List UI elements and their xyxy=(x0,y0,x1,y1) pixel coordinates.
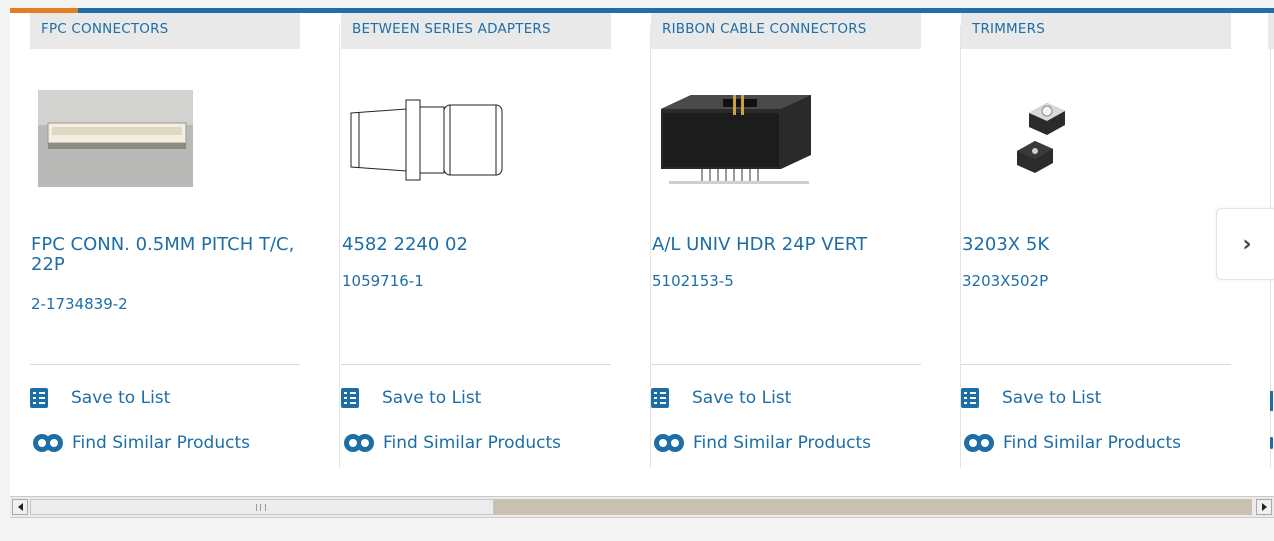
part-number-link[interactable]: 1059716-1 xyxy=(342,272,424,290)
find-similar-button[interactable]: Find Similar Products xyxy=(651,431,871,455)
find-similar-label: Find Similar Products xyxy=(1003,433,1181,453)
product-name-link[interactable]: 4582 2240 02 xyxy=(342,235,612,255)
part-number-link[interactable]: 5102153-5 xyxy=(652,272,734,290)
card-separator xyxy=(341,364,611,365)
arrow-left-icon xyxy=(17,503,23,511)
product-image[interactable] xyxy=(651,73,941,193)
find-similar-button[interactable]: Find Similar Products xyxy=(30,431,250,455)
category-label: RIBBON CABLE CONNECTORS xyxy=(662,21,867,37)
save-to-list-button[interactable]: Save to List xyxy=(341,386,481,410)
find-similar-button[interactable]: Find Similar Products xyxy=(961,431,1181,455)
product-image[interactable] xyxy=(961,73,1251,193)
checklist-icon xyxy=(651,388,669,408)
scrollbar-thumb[interactable] xyxy=(30,499,494,515)
grip-icon xyxy=(256,504,266,511)
product-carousel: FPC CONNECTORS FPC CONN. 0.5MM PITCH T/C… xyxy=(10,8,1274,496)
binoculars-icon xyxy=(33,434,63,452)
category-tab[interactable]: BETWEEN SERIES ADAPTERS xyxy=(341,13,611,49)
save-to-list-button[interactable]: Save to List xyxy=(30,386,170,410)
save-to-list-label: Save to List xyxy=(1002,388,1102,408)
scroll-right-button[interactable] xyxy=(1256,499,1272,515)
save-to-list-button[interactable]: Save to List xyxy=(651,386,791,410)
product-name-link[interactable]: 3203X 5K xyxy=(962,235,1232,255)
product-name-link[interactable]: FPC CONN. 0.5MM PITCH T/C, 22P xyxy=(31,235,301,275)
product-image[interactable] xyxy=(341,73,631,193)
checklist-icon xyxy=(30,388,48,408)
binoculars-icon xyxy=(344,434,374,452)
category-label: FPC CONNECTORS xyxy=(41,21,169,37)
scroll-left-button[interactable] xyxy=(12,499,28,515)
chevron-right-icon: › xyxy=(1242,231,1252,257)
find-similar-button[interactable]: Find Similar Products xyxy=(341,431,561,455)
category-tab[interactable]: FPC CONNECTORS xyxy=(30,13,300,49)
binoculars-icon xyxy=(964,434,994,452)
scrollbar-track[interactable] xyxy=(494,499,1252,515)
card-separator xyxy=(651,364,921,365)
card-separator xyxy=(30,364,300,365)
find-similar-label: Find Similar Products xyxy=(72,433,250,453)
save-to-list-button[interactable]: Save to List xyxy=(961,386,1101,410)
product-name-link[interactable]: A/L UNIV HDR 24P VERT xyxy=(652,235,922,255)
arrow-right-icon xyxy=(1261,503,1267,511)
card-separator xyxy=(961,364,1231,365)
card-divider xyxy=(339,25,340,468)
category-tab[interactable]: TRIMMERS xyxy=(961,13,1231,49)
product-card: FPC CONNECTORS FPC CONN. 0.5MM PITCH T/C… xyxy=(30,13,340,469)
save-to-list-label: Save to List xyxy=(71,388,171,408)
checklist-icon xyxy=(341,388,359,408)
category-label: BETWEEN SERIES ADAPTERS xyxy=(352,21,551,37)
checklist-icon xyxy=(961,388,979,408)
product-image[interactable] xyxy=(30,73,320,193)
find-similar-label: Find Similar Products xyxy=(383,433,561,453)
find-similar-label: Find Similar Products xyxy=(693,433,871,453)
carousel-next-button[interactable]: › xyxy=(1216,208,1274,280)
horizontal-scrollbar[interactable] xyxy=(10,496,1274,518)
part-number-link[interactable]: 3203X502P xyxy=(962,272,1048,290)
save-to-list-label: Save to List xyxy=(382,388,482,408)
product-card: RIBBON CABLE CONNECTORS A/L UNIV HDR 24P… xyxy=(651,13,961,469)
category-label: TRIMMERS xyxy=(972,21,1045,37)
product-card: BETWEEN SERIES ADAPTERS 4582 2240 02 105… xyxy=(341,13,651,469)
part-number-link[interactable]: 2-1734839-2 xyxy=(31,295,128,313)
category-tab[interactable]: RIBBON CABLE CONNECTORS xyxy=(651,13,921,49)
product-card: TRIMMERS 3203X 5K 3203X502P Save to List… xyxy=(961,13,1271,469)
binoculars-icon xyxy=(654,434,684,452)
save-to-list-label: Save to List xyxy=(692,388,792,408)
